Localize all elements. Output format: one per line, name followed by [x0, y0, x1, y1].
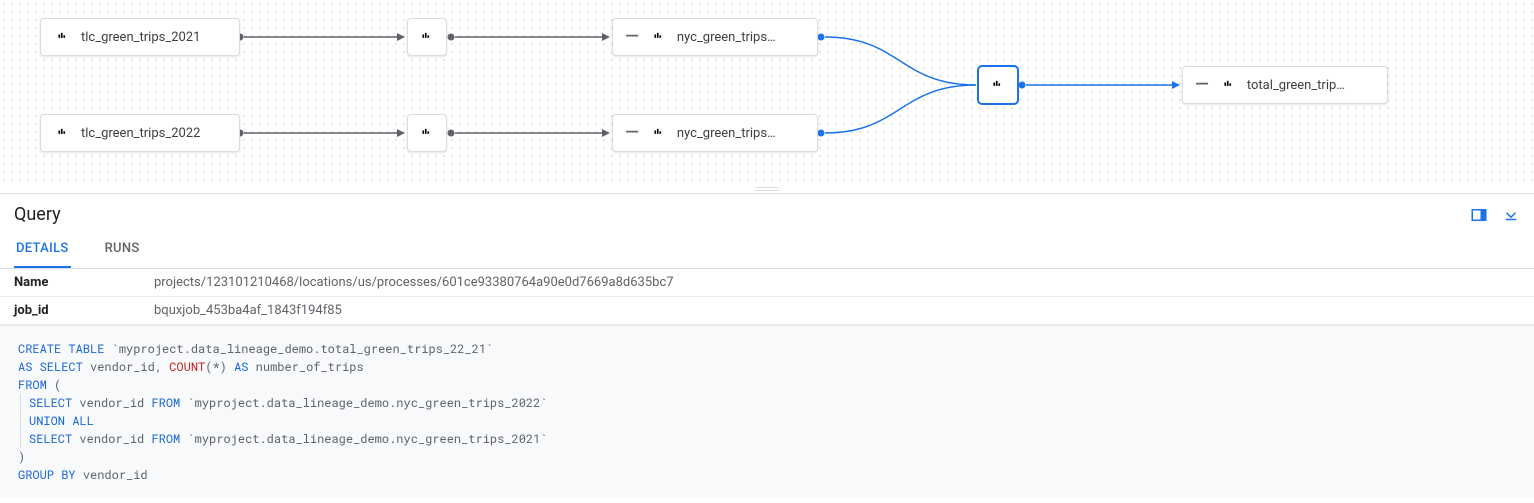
tab-runs[interactable]: RUNS: [103, 231, 142, 268]
bigquery-icon: [417, 123, 437, 143]
collapse-icon: —: [1195, 76, 1209, 94]
panel-title: Query: [14, 204, 61, 225]
table-row: job_id bquxjob_453ba4af_1843f194f85: [0, 297, 1534, 325]
row-key: Name: [0, 269, 140, 297]
sql-code: CREATE TABLE `myproject.data_lineage_dem…: [0, 325, 1534, 498]
node-label: total_green_trip…: [1247, 78, 1345, 93]
side-panel-icon[interactable]: [1470, 206, 1488, 224]
row-key: job_id: [0, 297, 140, 325]
bigquery-icon: [649, 123, 669, 143]
details-panel: Query DETAILS RUNS Name projects/1231012…: [0, 193, 1534, 498]
tab-details[interactable]: DETAILS: [14, 231, 71, 268]
panel-resize-handle[interactable]: [0, 185, 1534, 193]
node-label: nyc_green_trips…: [677, 30, 776, 45]
node-process-merge[interactable]: [978, 66, 1018, 104]
node-tlc-2022[interactable]: tlc_green_trips_2022: [40, 114, 240, 152]
node-nyc-2021[interactable]: — nyc_green_trips…: [612, 18, 818, 56]
collapse-icon: —: [625, 28, 639, 46]
bigquery-icon: [988, 75, 1008, 95]
table-row: Name projects/123101210468/locations/us/…: [0, 269, 1534, 297]
node-label: nyc_green_trips…: [677, 126, 776, 141]
tabs: DETAILS RUNS: [0, 231, 1534, 269]
node-total[interactable]: — total_green_trip…: [1182, 66, 1388, 104]
bigquery-icon: [53, 27, 73, 47]
bigquery-icon: [1219, 75, 1239, 95]
node-tlc-2021[interactable]: tlc_green_trips_2021: [40, 18, 240, 56]
collapse-icon: —: [625, 124, 639, 142]
bigquery-icon: [417, 27, 437, 47]
node-process-2[interactable]: [407, 114, 447, 152]
collapse-down-icon[interactable]: [1502, 206, 1520, 224]
row-val: projects/123101210468/locations/us/proce…: [140, 269, 1534, 297]
lineage-canvas[interactable]: tlc_green_trips_2021 — nyc_green_trips… …: [0, 0, 1534, 185]
bigquery-icon: [649, 27, 669, 47]
node-label: tlc_green_trips_2021: [81, 30, 200, 45]
details-table: Name projects/123101210468/locations/us/…: [0, 269, 1534, 325]
node-process-1[interactable]: [407, 18, 447, 56]
node-label: tlc_green_trips_2022: [81, 126, 200, 141]
bigquery-icon: [53, 123, 73, 143]
node-nyc-2022[interactable]: — nyc_green_trips…: [612, 114, 818, 152]
row-val: bquxjob_453ba4af_1843f194f85: [140, 297, 1534, 325]
